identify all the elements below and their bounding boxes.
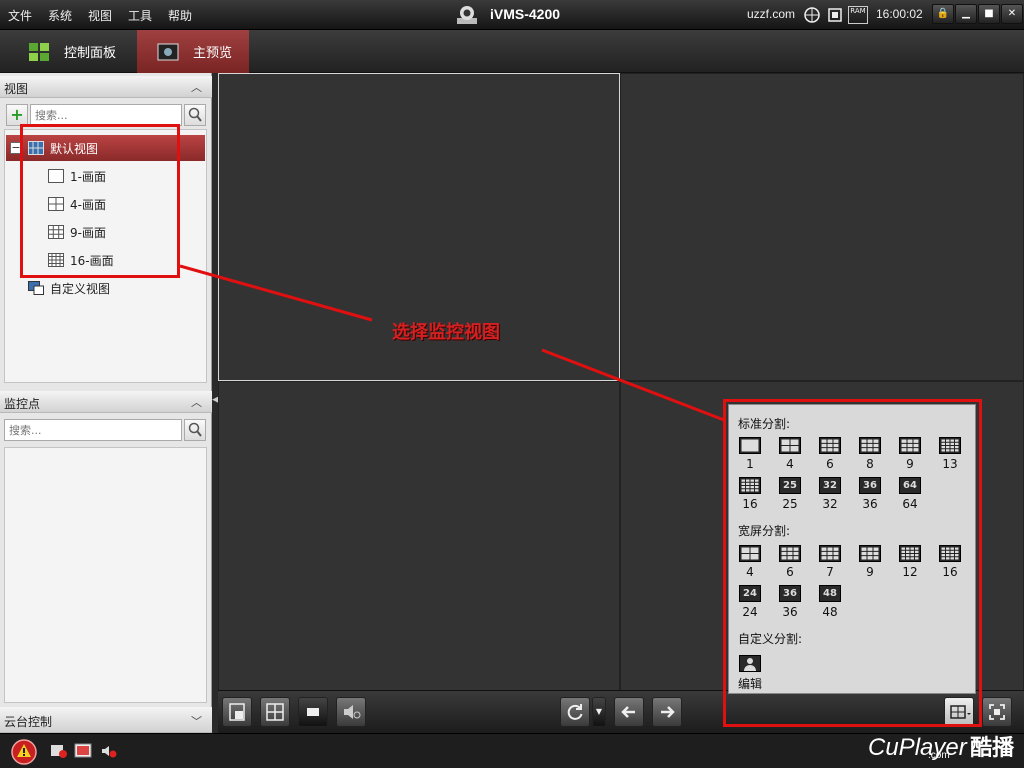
monitor-search-row bbox=[4, 419, 206, 441]
tree-item-custom-view[interactable]: 自定义视图 bbox=[28, 277, 110, 299]
chevron-up-icon[interactable]: ︿ bbox=[191, 79, 202, 95]
tab-main-preview[interactable]: 主预览 bbox=[137, 30, 249, 73]
lock-icon: 🔒 bbox=[936, 8, 950, 19]
fullscreen-icon bbox=[989, 704, 1005, 720]
close-icon: ✕ bbox=[1007, 8, 1017, 19]
record-status-icon[interactable] bbox=[50, 742, 68, 760]
clock: 16:00:02 bbox=[876, 7, 923, 21]
video-cell-2[interactable] bbox=[620, 73, 1024, 381]
watermark-sub: .com bbox=[928, 750, 950, 761]
menu-help[interactable]: 帮助 bbox=[168, 7, 192, 24]
monitor-search-button[interactable] bbox=[184, 419, 206, 441]
maximize-icon: ■ bbox=[984, 8, 994, 19]
monitor-header-label: 监控点 bbox=[4, 397, 41, 411]
refresh-icon bbox=[567, 704, 583, 720]
tab-bar: 控制面板 主预览 bbox=[0, 30, 1024, 73]
annotation-label: 选择监控视图 bbox=[392, 322, 500, 343]
ptz-header[interactable]: 云台控制 ﹀ bbox=[0, 707, 212, 733]
menu-file[interactable]: 文件 bbox=[8, 7, 32, 24]
close-button[interactable]: ✕ bbox=[1001, 4, 1023, 24]
control-panel-icon bbox=[29, 42, 49, 61]
views-search-row: + bbox=[6, 104, 206, 126]
mute-button[interactable] bbox=[336, 697, 366, 727]
fullscreen-button[interactable] bbox=[982, 697, 1012, 727]
tab-control-panel[interactable]: 控制面板 bbox=[0, 30, 135, 73]
image-status-icon[interactable] bbox=[74, 742, 92, 760]
search-icon bbox=[188, 422, 202, 437]
tab-label: 主预览 bbox=[193, 46, 233, 61]
chevron-down-icon[interactable]: ﹀ bbox=[191, 713, 202, 729]
alarm-warning-icon[interactable] bbox=[10, 738, 38, 766]
arrow-right-icon bbox=[661, 706, 675, 718]
ptz-header-label: 云台控制 bbox=[4, 715, 53, 729]
tree-item-label: 自定义视图 bbox=[50, 281, 111, 296]
audio-status-icon[interactable] bbox=[100, 742, 118, 760]
views-header[interactable]: 视图 ︿ bbox=[0, 76, 212, 98]
chevron-up-icon[interactable]: ︿ bbox=[191, 394, 202, 410]
minimize-button[interactable]: ▁ bbox=[955, 4, 977, 24]
tab-label: 控制面板 bbox=[64, 46, 117, 61]
menu-view[interactable]: 视图 bbox=[88, 7, 112, 24]
title-bar: 文件 系统 视图 工具 帮助 iVMS-4200 uzzf.com RAM 16… bbox=[0, 0, 1024, 30]
custom-view-icon bbox=[28, 281, 44, 295]
annotation-box-split bbox=[723, 399, 982, 727]
lock-button[interactable]: 🔒 bbox=[932, 4, 954, 24]
maximize-button[interactable]: ■ bbox=[978, 4, 1000, 24]
camera-logo-icon bbox=[457, 6, 477, 24]
refresh-dropdown[interactable]: ▼ bbox=[592, 697, 606, 727]
views-header-label: 视图 bbox=[4, 82, 29, 96]
menu-system[interactable]: 系统 bbox=[48, 7, 72, 24]
watermark-brand: CuPlayer bbox=[868, 734, 967, 761]
monitor-header[interactable]: 监控点 ︿ bbox=[0, 391, 212, 413]
search-icon bbox=[188, 107, 202, 122]
prev-page-button[interactable] bbox=[614, 697, 644, 727]
arrow-left-icon bbox=[621, 706, 635, 718]
ram-icon: RAM bbox=[848, 6, 868, 24]
stop-icon bbox=[307, 708, 319, 716]
plus-icon: + bbox=[10, 105, 24, 124]
speaker-mute-icon bbox=[344, 705, 361, 719]
watermark: CuPlayer 酷播 .com bbox=[868, 730, 1014, 762]
annotation-box-views bbox=[20, 124, 180, 278]
capture-icon bbox=[229, 703, 245, 721]
preview-icon bbox=[157, 43, 179, 60]
minimize-icon: ▁ bbox=[962, 8, 970, 19]
views-search-input[interactable] bbox=[30, 104, 182, 126]
stop-all-button[interactable] bbox=[298, 697, 328, 727]
monitor-search-input[interactable] bbox=[4, 419, 182, 441]
caret-down-icon: ▼ bbox=[595, 707, 603, 716]
refresh-button[interactable] bbox=[560, 697, 590, 727]
app-title: iVMS-4200 bbox=[490, 6, 561, 22]
video-cell-3[interactable] bbox=[218, 381, 620, 691]
cpu-icon bbox=[828, 8, 842, 22]
capture-button[interactable] bbox=[222, 697, 252, 727]
globe-icon bbox=[804, 7, 820, 23]
add-view-button[interactable]: + bbox=[6, 104, 28, 126]
layout-button[interactable] bbox=[260, 697, 290, 727]
views-search-button[interactable] bbox=[184, 104, 206, 126]
layout-icon bbox=[266, 703, 284, 721]
monitor-list-panel bbox=[4, 447, 207, 703]
next-page-button[interactable] bbox=[652, 697, 682, 727]
watermark-cn: 酷播 bbox=[970, 736, 1015, 761]
site-label: uzzf.com bbox=[747, 7, 796, 21]
menu-tools[interactable]: 工具 bbox=[128, 7, 152, 24]
